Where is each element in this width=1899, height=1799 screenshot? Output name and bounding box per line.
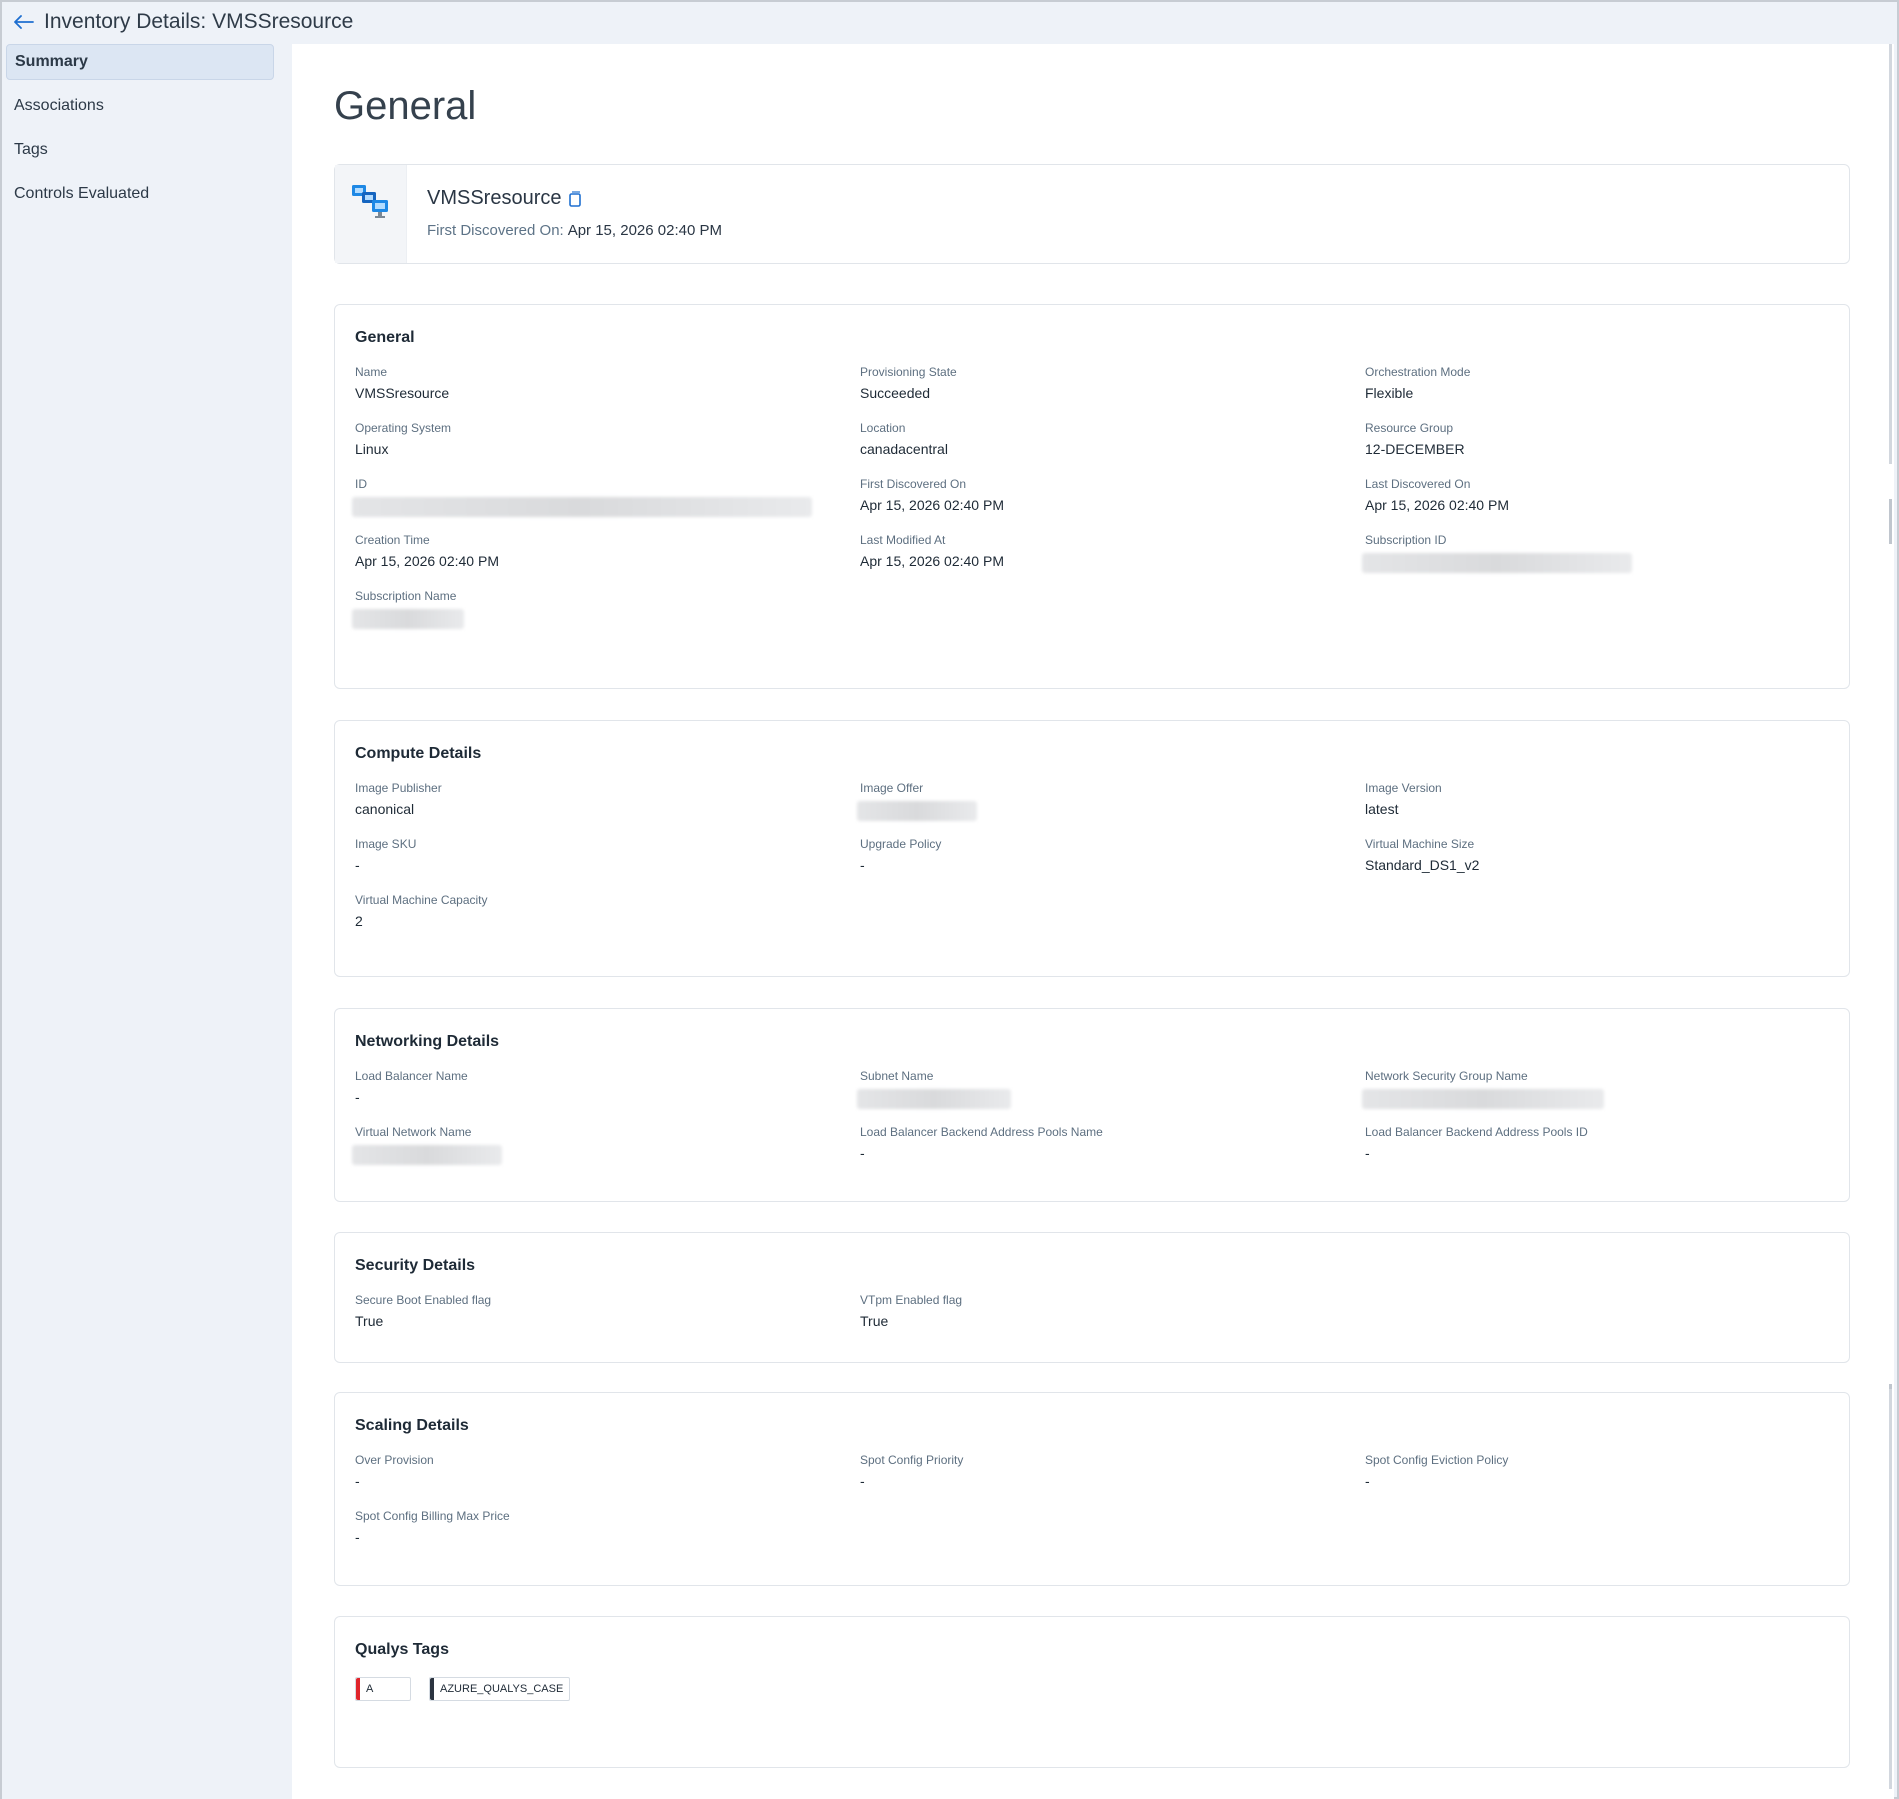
sidebar: Summary Associations Tags Controls Evalu… [2, 42, 292, 1799]
sidebar-item-label: Summary [15, 53, 88, 70]
first-discovered-label: First Discovered On: [427, 222, 564, 239]
field-orchestration-mode: Orchestration Mode Flexible [1365, 365, 1471, 401]
redacted-value [857, 801, 977, 821]
section-title: Qualys Tags [355, 1641, 449, 1658]
sidebar-item-controls-evaluated[interactable]: Controls Evaluated [6, 176, 274, 212]
field-load-balancer-name: Load Balancer Name - [355, 1069, 468, 1105]
field-operating-system: Operating System Linux [355, 421, 452, 457]
field-lb-backend-pools-name: Load Balancer Backend Address Pools Name… [860, 1125, 1103, 1161]
section-title: General [355, 329, 415, 346]
tag-chip[interactable]: AZURE_QUALYS_CASE [429, 1677, 571, 1701]
vertical-scrollbar[interactable] [1888, 44, 1894, 1799]
field-name: Name VMSSresource [355, 365, 450, 401]
sidebar-item-associations[interactable]: Associations [6, 88, 274, 124]
field-first-discovered-on: First Discovered On Apr 15, 2026 02:40 PM [860, 477, 1004, 513]
tag-chip[interactable]: A [355, 1677, 411, 1701]
scrollbar-segment [1889, 499, 1892, 544]
field-nsg-name: Network Security Group Name [1362, 1069, 1845, 1109]
resource-header-card: VMSSresource First Discovered On: Apr 15,… [334, 164, 1850, 264]
field-over-provision: Over Provision - [355, 1453, 434, 1489]
scaling-section: Scaling Details Over Provision - Spot Con… [334, 1392, 1850, 1586]
field-subscription-id: Subscription ID [1362, 533, 1845, 573]
redacted-value [857, 1089, 1011, 1109]
arrow-left-icon[interactable] [14, 11, 36, 33]
scrollbar-segment [1889, 1389, 1892, 1789]
field-resource-group: Resource Group 12-DECEMBER [1365, 421, 1465, 457]
topbar: Inventory Details: VMSSresource [2, 2, 1897, 42]
redacted-value [352, 1145, 502, 1165]
general-section: General Name VMSSresource Provisioning St… [334, 304, 1850, 689]
field-image-offer: Image Offer [857, 781, 1365, 821]
vmss-icon [335, 165, 407, 263]
field-virtual-network-name: Virtual Network Name [352, 1125, 860, 1165]
scrollbar-thumb[interactable] [1889, 44, 1892, 464]
section-title: Scaling Details [355, 1417, 469, 1434]
field-image-publisher: Image Publisher canonical [355, 781, 442, 817]
tag-label: A [366, 1683, 374, 1695]
tag-color-bar [356, 1678, 360, 1700]
redacted-value [1362, 1089, 1604, 1109]
field-subnet-name: Subnet Name [857, 1069, 1365, 1109]
copy-icon[interactable] [568, 190, 582, 207]
field-secure-boot: Secure Boot Enabled flag True [355, 1293, 492, 1329]
redacted-value [1362, 553, 1632, 573]
field-vm-size: Virtual Machine Size Standard_DS1_v2 [1365, 837, 1480, 873]
field-spot-priority: Spot Config Priority - [860, 1453, 964, 1489]
field-image-sku: Image SKU - [355, 837, 417, 873]
tag-color-bar [430, 1678, 434, 1700]
security-section: Security Details Secure Boot Enabled fla… [334, 1232, 1850, 1363]
sidebar-item-label: Controls Evaluated [14, 185, 150, 202]
sidebar-item-label: Associations [14, 97, 104, 114]
field-image-version: Image Version latest [1365, 781, 1442, 817]
resource-name: VMSSresource [427, 187, 562, 209]
qualys-tags-section: Qualys Tags A AZURE_QUALYS_CASE [334, 1616, 1850, 1768]
compute-section: Compute Details Image Publisher canonical… [334, 720, 1850, 977]
field-vtpm: VTpm Enabled flag True [860, 1293, 963, 1329]
field-upgrade-policy: Upgrade Policy - [860, 837, 942, 873]
networking-section: Networking Details Load Balancer Name - S… [334, 1008, 1850, 1202]
section-title: Security Details [355, 1257, 476, 1274]
field-provisioning-state: Provisioning State Succeeded [860, 365, 957, 401]
field-spot-billing-max-price: Spot Config Billing Max Price - [355, 1509, 510, 1545]
sidebar-item-summary[interactable]: Summary [6, 44, 274, 80]
field-last-modified-at: Last Modified At Apr 15, 2026 02:40 PM [860, 533, 1004, 569]
field-location: Location canadacentral [860, 421, 948, 457]
app-frame: Inventory Details: VMSSresource Summary … [0, 0, 1899, 1799]
sidebar-item-label: Tags [14, 141, 48, 158]
field-creation-time: Creation Time Apr 15, 2026 02:40 PM [355, 533, 499, 569]
field-subscription-name: Subscription Name [352, 589, 860, 629]
page-title: General [334, 84, 477, 128]
first-discovered-line: First Discovered On: Apr 15, 2026 02:40 P… [427, 222, 722, 239]
field-id: ID [352, 477, 860, 517]
section-title: Compute Details [355, 745, 482, 762]
redacted-value [352, 609, 464, 629]
redacted-value [352, 497, 812, 517]
page-header-title: Inventory Details: VMSSresource [44, 10, 354, 33]
field-vm-capacity: Virtual Machine Capacity 2 [355, 893, 488, 929]
first-discovered-value: Apr 15, 2026 02:40 PM [567, 222, 722, 239]
field-spot-eviction-policy: Spot Config Eviction Policy - [1365, 1453, 1509, 1489]
field-lb-backend-pools-id: Load Balancer Backend Address Pools ID - [1365, 1125, 1588, 1161]
section-title: Networking Details [355, 1033, 500, 1050]
sidebar-item-tags[interactable]: Tags [6, 132, 274, 168]
field-last-discovered-on: Last Discovered On Apr 15, 2026 02:40 PM [1365, 477, 1509, 513]
tag-label: AZURE_QUALYS_CASE [440, 1683, 564, 1695]
main-content[interactable]: General VMSSresource First Discovered On… [292, 44, 1892, 1799]
